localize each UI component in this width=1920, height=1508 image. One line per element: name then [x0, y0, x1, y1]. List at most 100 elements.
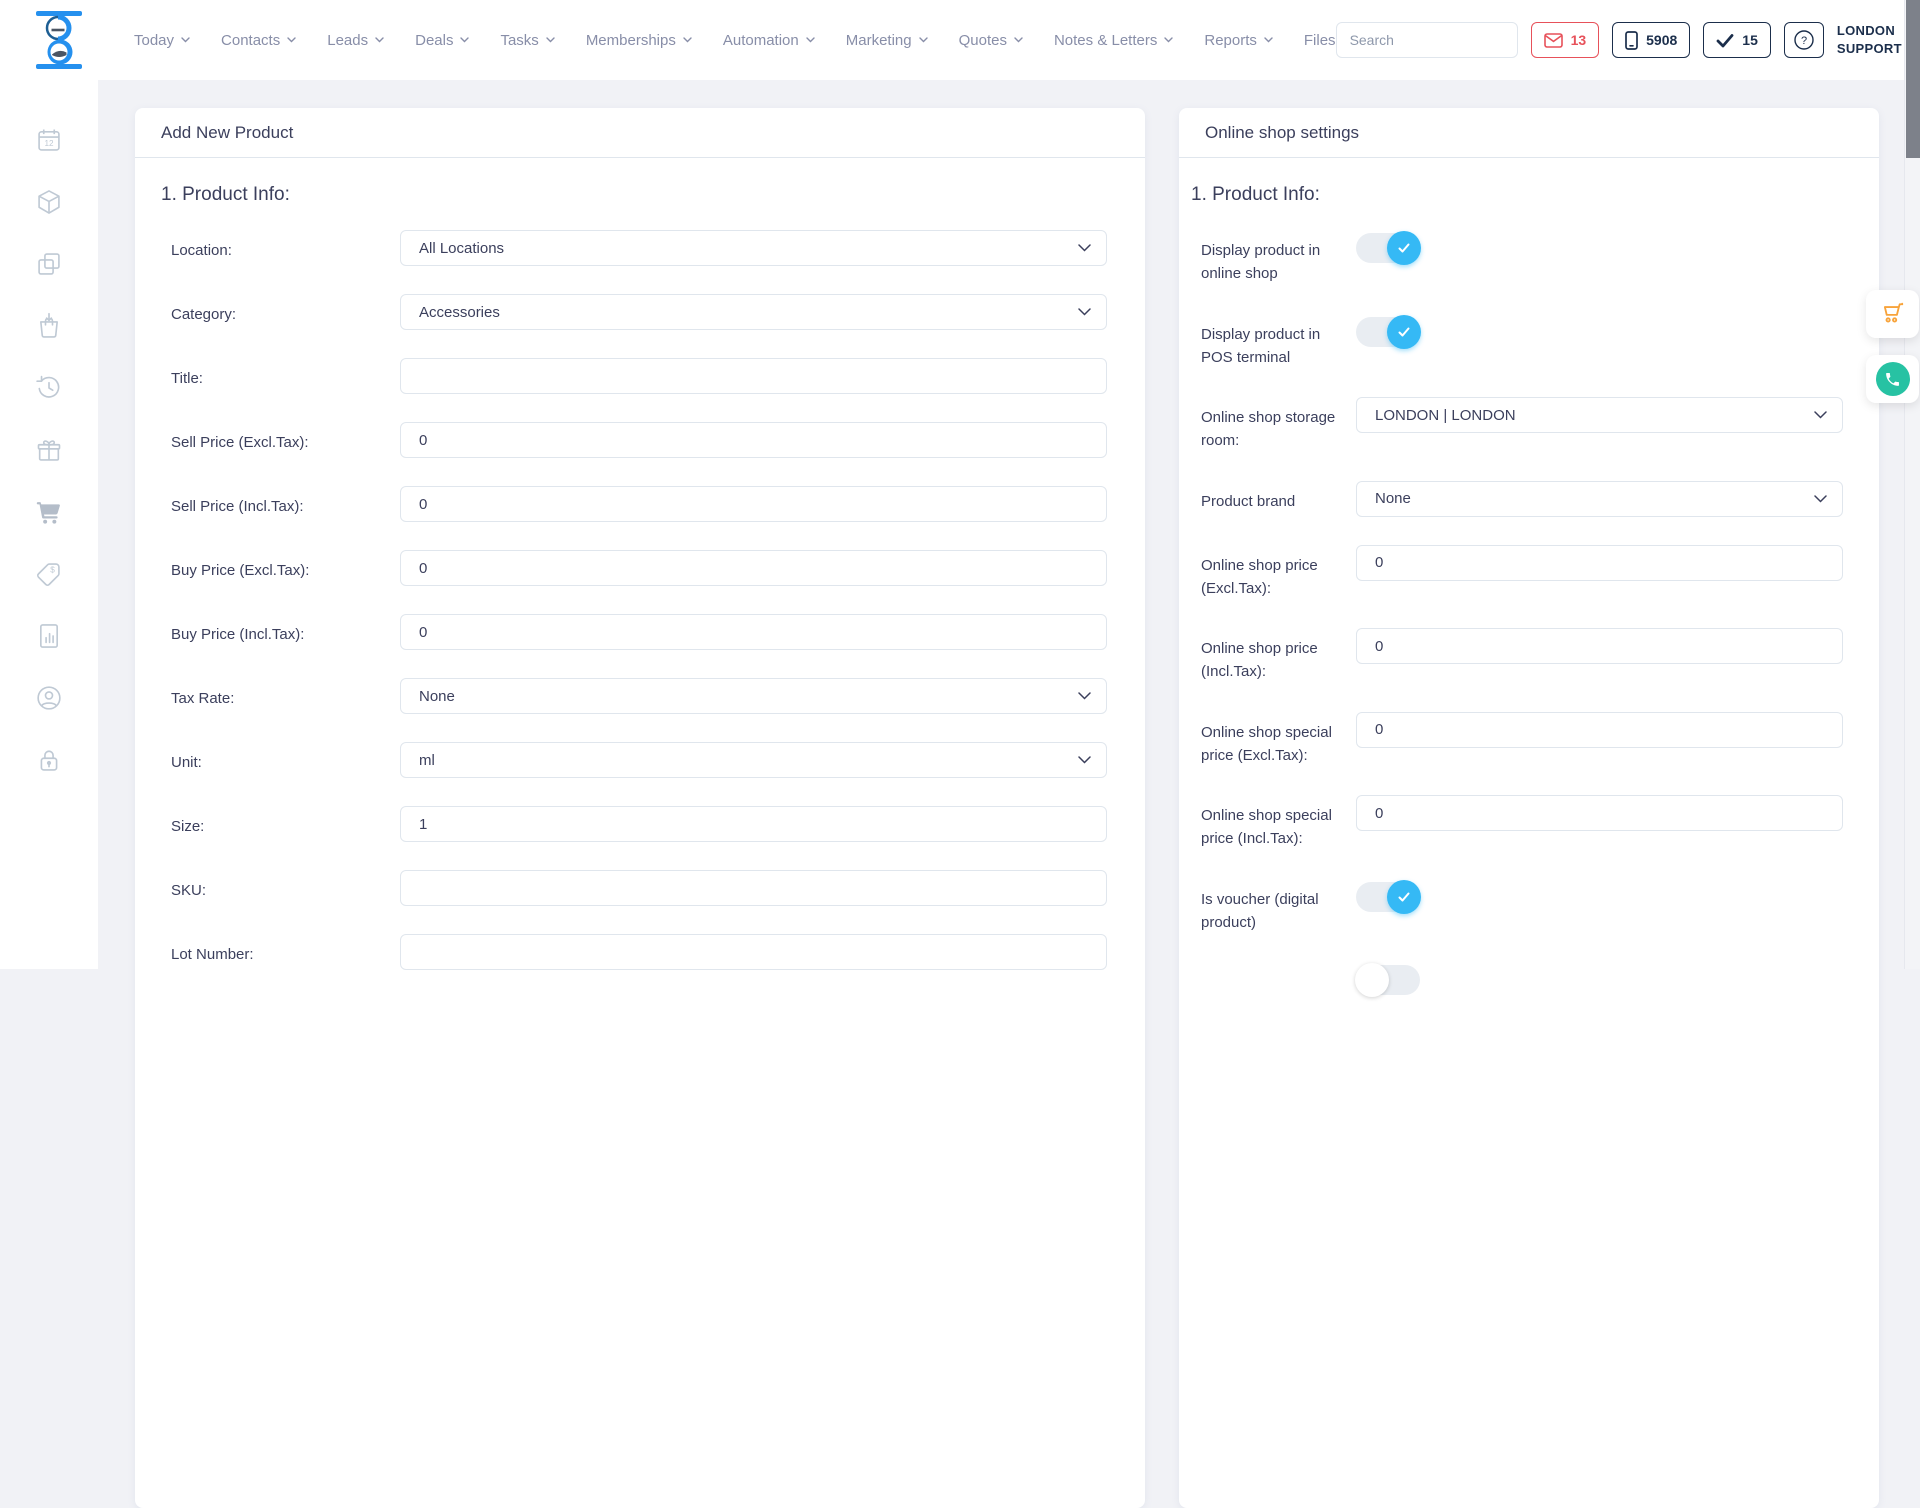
size-input[interactable] — [400, 806, 1107, 842]
calendar-icon[interactable]: 12 — [35, 126, 63, 154]
section-title: 1. Product Info: — [161, 184, 1107, 206]
form-row-lot-number: Lot Number: — [161, 934, 1107, 970]
form-row-special-price-incl: Online shop special price (Incl.Tax): — [1191, 795, 1843, 851]
cube-icon[interactable] — [35, 188, 63, 216]
lock-icon[interactable] — [35, 746, 63, 774]
main-content: Add New Product 1. Product Info: Locatio… — [98, 80, 1920, 969]
nav-item-tasks[interactable]: Tasks — [500, 32, 554, 49]
select-value: All Locations — [419, 240, 504, 257]
chevron-down-icon — [1164, 37, 1173, 43]
sku-input[interactable] — [400, 870, 1107, 906]
unit-select[interactable]: ml — [400, 742, 1107, 778]
chevron-down-icon — [1814, 411, 1827, 419]
app-logo[interactable] — [34, 11, 84, 69]
nav-item-files[interactable]: Files — [1304, 32, 1336, 49]
add-new-product-panel: Add New Product 1. Product Info: Locatio… — [135, 108, 1145, 1508]
sell-price-incl-input[interactable] — [400, 486, 1107, 522]
svg-text:12: 12 — [44, 139, 54, 148]
envelope-icon — [1544, 33, 1563, 48]
title-input[interactable] — [400, 358, 1107, 394]
product-brand-select[interactable]: None — [1356, 481, 1843, 517]
user-name: LONDON SUPPORT — [1837, 22, 1902, 57]
display-pos-toggle[interactable] — [1356, 317, 1420, 347]
report-icon[interactable] — [35, 622, 63, 650]
is-voucher-toggle[interactable] — [1356, 882, 1420, 912]
field-label: Lot Number: — [171, 934, 400, 966]
gift-icon[interactable] — [35, 436, 63, 464]
top-bar: Today Contacts Leads Deals Tasks Members… — [0, 0, 1920, 80]
account-icon[interactable] — [35, 684, 63, 712]
tax-rate-select[interactable]: None — [400, 678, 1107, 714]
select-value: None — [1375, 490, 1411, 507]
select-value: ml — [419, 752, 435, 769]
buy-price-incl-input[interactable] — [400, 614, 1107, 650]
page-scrollbar[interactable] — [1904, 0, 1920, 969]
cart-icon[interactable] — [35, 498, 63, 526]
display-online-shop-toggle[interactable] — [1356, 233, 1420, 263]
nav-item-automation[interactable]: Automation — [723, 32, 815, 49]
field-label: Size: — [171, 806, 400, 838]
nav-item-marketing[interactable]: Marketing — [846, 32, 928, 49]
nav-item-memberships[interactable]: Memberships — [586, 32, 692, 49]
call-quick-button[interactable] — [1866, 355, 1919, 403]
buy-price-excl-input[interactable] — [400, 550, 1107, 586]
messages-badge[interactable]: 13 — [1531, 22, 1600, 58]
shopping-bag-icon[interactable] — [35, 312, 63, 340]
online-price-excl-input[interactable] — [1356, 545, 1843, 581]
help-button[interactable]: ? — [1784, 22, 1824, 58]
search-input[interactable] — [1337, 23, 1518, 57]
toggle-knob — [1355, 963, 1389, 997]
panel-header: Add New Product — [135, 108, 1145, 158]
tasks-count: 15 — [1742, 32, 1758, 48]
tasks-badge[interactable]: 15 — [1703, 22, 1771, 58]
field-label: Sell Price (Incl.Tax): — [171, 486, 400, 518]
check-icon — [1716, 33, 1734, 48]
nav-label: Quotes — [959, 32, 1007, 49]
select-value: LONDON | LONDON — [1375, 407, 1516, 424]
nav-item-notes-letters[interactable]: Notes & Letters — [1054, 32, 1173, 49]
form-row-online-price-incl: Online shop price (Incl.Tax): — [1191, 628, 1843, 684]
cart-icon — [1880, 301, 1906, 327]
lot-number-input[interactable] — [400, 934, 1107, 970]
storage-room-select[interactable]: LONDON | LONDON — [1356, 397, 1843, 433]
nav-item-contacts[interactable]: Contacts — [221, 32, 296, 49]
calls-count: 5908 — [1646, 32, 1677, 48]
field-label: Online shop price (Excl.Tax): — [1201, 545, 1356, 601]
nav-item-deals[interactable]: Deals — [415, 32, 469, 49]
sell-price-excl-input[interactable] — [400, 422, 1107, 458]
price-tag-icon[interactable]: $ — [35, 560, 63, 588]
special-price-excl-input[interactable] — [1356, 712, 1843, 748]
copy-icon[interactable] — [35, 250, 63, 278]
form-row-storage-room: Online shop storage room: LONDON | LONDO… — [1191, 397, 1843, 453]
messages-count: 13 — [1571, 32, 1587, 48]
history-icon[interactable] — [35, 374, 63, 402]
hidden-toggle[interactable] — [1356, 965, 1420, 995]
nav-item-quotes[interactable]: Quotes — [959, 32, 1023, 49]
nav-item-reports[interactable]: Reports — [1204, 32, 1273, 49]
category-select[interactable]: Accessories — [400, 294, 1107, 330]
chevron-down-icon — [683, 37, 692, 43]
nav-item-leads[interactable]: Leads — [327, 32, 384, 49]
online-shop-quick-button[interactable] — [1866, 290, 1919, 338]
field-label: Is voucher (digital product) — [1201, 879, 1356, 935]
field-label: Location: — [171, 230, 400, 262]
form-row-location: Location: All Locations — [161, 230, 1107, 266]
field-label: Online shop special price (Excl.Tax): — [1201, 712, 1356, 768]
nav-item-today[interactable]: Today — [134, 32, 190, 49]
scrollbar-thumb[interactable] — [1906, 0, 1920, 158]
topbar-right: 13 5908 15 ? LONDON SUPPORT — [1336, 20, 1920, 60]
field-label: Unit: — [171, 742, 400, 774]
chevron-down-icon — [181, 37, 190, 43]
chevron-down-icon — [1014, 37, 1023, 43]
online-price-incl-input[interactable] — [1356, 628, 1843, 664]
field-label: Display product in POS terminal — [1201, 314, 1356, 370]
chevron-down-icon — [375, 37, 384, 43]
special-price-incl-input[interactable] — [1356, 795, 1843, 831]
svg-text:?: ? — [1801, 35, 1807, 47]
calls-badge[interactable]: 5908 — [1612, 22, 1690, 58]
chevron-down-icon — [460, 37, 469, 43]
location-select[interactable]: All Locations — [400, 230, 1107, 266]
form-row-unit: Unit: ml — [161, 742, 1107, 778]
chevron-down-icon — [1078, 244, 1091, 252]
chevron-down-icon — [546, 37, 555, 43]
